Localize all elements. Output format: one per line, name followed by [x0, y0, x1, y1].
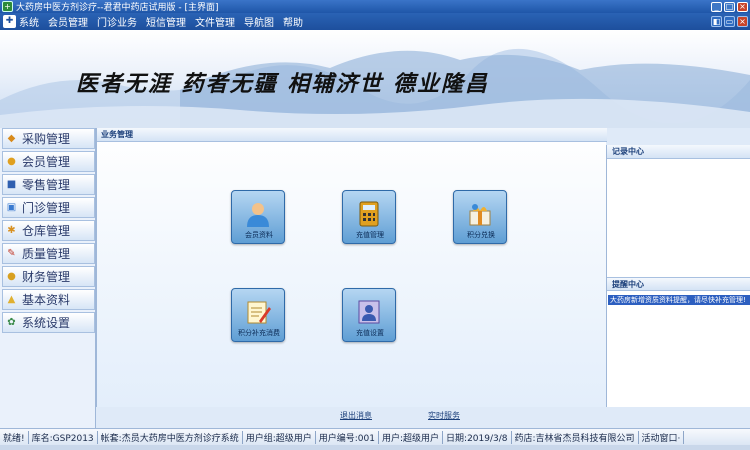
- sidebar-item-label: 系统设置: [22, 316, 71, 330]
- menu-nav-map[interactable]: 导航图: [244, 14, 274, 29]
- tile-points-supplement[interactable]: 积分补充消费: [231, 288, 285, 342]
- member-card-icon: [358, 300, 380, 324]
- sidebar-item-finance[interactable]: ● 财务管理: [2, 266, 95, 287]
- menu-file[interactable]: 文件管理: [195, 14, 235, 29]
- sidebar-item-label: 零售管理: [22, 178, 71, 192]
- sidebar-item-label: 质量管理: [22, 247, 71, 261]
- mdi-restore-icon[interactable]: ◧: [711, 16, 722, 27]
- mdi-close-icon[interactable]: ×: [737, 16, 748, 27]
- person-icon: [247, 203, 269, 227]
- reminder-item[interactable]: 大药房新增资质资料提醒，请尽快补充管理!: [608, 295, 750, 305]
- sidebar-item-label: 门诊管理: [22, 201, 71, 215]
- sidebar: ◆ 采购管理 ● 会员管理 ■ 零售管理 ▣ 门诊管理 ✱ 仓库管理 ✎ 质量管…: [0, 128, 96, 428]
- menu-help[interactable]: 帮助: [283, 14, 303, 29]
- status-store: 药店:吉林省杰员科技有限公司: [512, 430, 639, 444]
- menu-clinic[interactable]: 门诊业务: [97, 14, 137, 29]
- bottom-strip: [0, 445, 750, 450]
- record-center-header: 记录中心: [607, 145, 750, 159]
- right-panel: 记录中心 提醒中心 大药房新增资质资料提醒，请尽快补充管理!: [606, 145, 750, 407]
- reminder-center-header: 提醒中心: [607, 277, 750, 291]
- sidebar-item-label: 采购管理: [22, 132, 71, 146]
- sidebar-item-quality[interactable]: ✎ 质量管理: [2, 243, 95, 264]
- status-account-set: 帐套:杰员大药房中医方剂诊疗系统: [98, 430, 243, 444]
- settings-icon: ✿: [7, 317, 16, 328]
- banner-slogan: 医者无涯 药者无疆 相辅济世 德业隆昌: [76, 71, 489, 97]
- close-button[interactable]: ×: [737, 1, 748, 12]
- sidebar-item-warehouse[interactable]: ✱ 仓库管理: [2, 220, 95, 241]
- title-bar: + 大药房中医方剂诊疗--君君中药店试用版 - [主界面] _ □ ×: [0, 0, 750, 13]
- tile-points-exchange[interactable]: 积分兑换: [453, 190, 507, 244]
- calculator-icon: [359, 201, 379, 227]
- tile-recharge-settings[interactable]: 充值设置: [342, 288, 396, 342]
- tile-label: 充值管理: [356, 231, 384, 239]
- menu-bar: ✚ 系统 会员管理 门诊业务 短信管理 文件管理 导航图 帮助 ◧ ▭ ×: [0, 13, 750, 30]
- sidebar-item-member[interactable]: ● 会员管理: [2, 151, 95, 172]
- exit-message-link[interactable]: 退出消息: [340, 410, 372, 421]
- status-user-group: 用户组:超级用户: [243, 430, 316, 444]
- warehouse-icon: ✱: [7, 225, 16, 236]
- realtime-service-link[interactable]: 实时服务: [428, 410, 460, 421]
- status-bar: 就绪! 库名:GSP2013 帐套:杰员大药房中医方剂诊疗系统 用户组:超级用户…: [0, 428, 750, 445]
- status-ready: 就绪!: [0, 430, 29, 444]
- sidebar-item-basic-data[interactable]: ▲ 基本资料: [2, 289, 95, 310]
- sidebar-item-purchase[interactable]: ◆ 采购管理: [2, 128, 95, 149]
- sidebar-item-clinic[interactable]: ▣ 门诊管理: [2, 197, 95, 218]
- retail-icon: ■: [6, 179, 17, 190]
- finance-icon: ●: [7, 271, 16, 282]
- cart-icon: ◆: [7, 133, 16, 144]
- minimize-button[interactable]: _: [711, 1, 722, 12]
- business-panel: 业务管理 会员资料 充值管理 积分兑换 积分补充消费 充值设置 退出消息 实时服…: [96, 128, 607, 420]
- tile-recharge[interactable]: 充值管理: [342, 190, 396, 244]
- business-panel-header: 业务管理: [97, 128, 607, 142]
- tile-member-info[interactable]: 会员资料: [231, 190, 285, 244]
- status-user: 用户:超级用户: [379, 430, 444, 444]
- sidebar-item-label: 仓库管理: [22, 224, 71, 238]
- menu-sms[interactable]: 短信管理: [146, 14, 186, 29]
- menu-member[interactable]: 会员管理: [48, 14, 88, 29]
- tile-label: 充值设置: [356, 329, 384, 337]
- banner: 医者无涯 药者无疆 相辅济世 德业隆昌: [0, 30, 750, 128]
- menu-system[interactable]: 系统: [19, 14, 39, 29]
- tile-label: 积分兑换: [467, 231, 495, 239]
- status-user-id: 用户编号:001: [316, 430, 379, 444]
- clinic-icon: ▣: [6, 202, 17, 213]
- status-db-name: 库名:GSP2013: [29, 430, 98, 444]
- sidebar-item-label: 基本资料: [22, 293, 71, 307]
- quality-icon: ✎: [7, 248, 16, 259]
- tile-label: 积分补充消费: [238, 329, 280, 337]
- sidebar-item-retail[interactable]: ■ 零售管理: [2, 174, 95, 195]
- app-icon: +: [2, 1, 13, 12]
- status-active-window[interactable]: 活动窗口·: [639, 430, 685, 444]
- maximize-button[interactable]: □: [724, 1, 735, 12]
- tile-label: 会员资料: [245, 231, 273, 239]
- gift-icon: [469, 204, 491, 226]
- sidebar-item-settings[interactable]: ✿ 系统设置: [2, 312, 95, 333]
- window-title: 大药房中医方剂诊疗--君君中药店试用版 - [主界面]: [16, 3, 219, 13]
- notepad-icon: [247, 301, 271, 324]
- member-icon: ●: [7, 156, 16, 167]
- system-logo-icon: ✚: [3, 15, 16, 28]
- sidebar-item-label: 会员管理: [22, 155, 71, 169]
- sidebar-item-label: 财务管理: [22, 270, 71, 284]
- mdi-minimize-icon[interactable]: ▭: [724, 16, 735, 27]
- status-date: 日期:2019/3/8: [443, 430, 512, 444]
- folder-icon: ▲: [7, 294, 16, 305]
